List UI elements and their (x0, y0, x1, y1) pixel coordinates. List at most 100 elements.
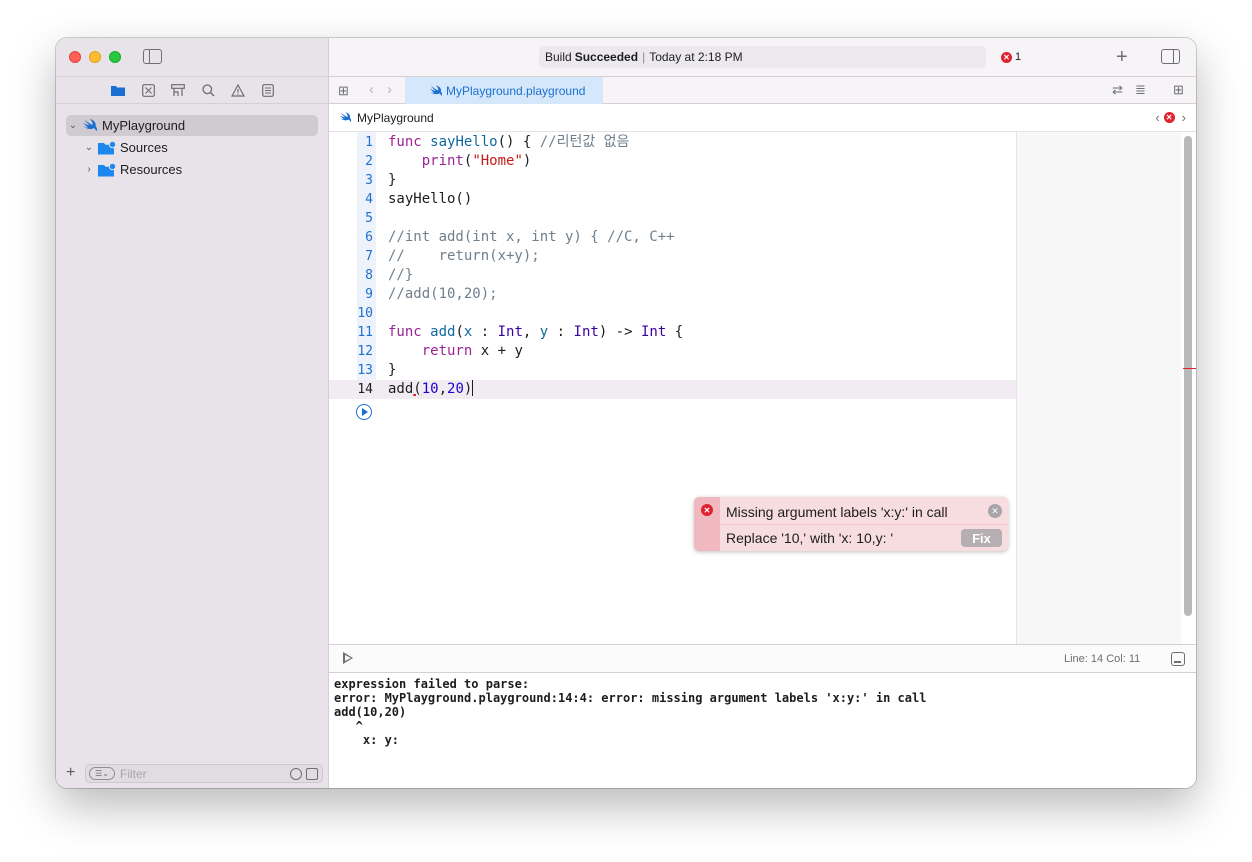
navigator-sidebar: ⌄ MyPlayground ⌄ Sources › Resources + ☰… (56, 38, 329, 788)
add-editor-icon[interactable]: ⊞ (1173, 82, 1184, 98)
line-number: 5 (365, 211, 373, 226)
line-number: 1 (365, 135, 373, 150)
tree-item-label: MyPlayground (102, 118, 186, 133)
code-text: func add(x : Int, y : Int) -> Int { (388, 324, 684, 340)
chevron-right-icon[interactable]: › (1182, 110, 1186, 125)
tab-myplayground[interactable]: MyPlayground.playground (405, 77, 603, 104)
console-toggle-icon[interactable] (1171, 652, 1185, 666)
vertical-scrollbar[interactable] (1184, 136, 1192, 616)
line-number: 8 (365, 268, 373, 283)
filter-field[interactable]: ☰⌄ Filter (85, 764, 323, 783)
code-text: sayHello() (388, 191, 473, 207)
chevron-down-icon[interactable]: ⌄ (82, 142, 96, 153)
debug-bar: Line: 14 Col: 11 (329, 644, 1196, 673)
results-sidebar (1016, 132, 1181, 644)
line-number: 3 (365, 173, 373, 188)
chevron-left-icon[interactable]: ‹ (1155, 110, 1159, 125)
source-editor[interactable]: 1 func sayHello() { //리턴값 없음 2 print("Hom… (329, 132, 1016, 644)
folder-icon[interactable] (111, 83, 125, 97)
filter-placeholder: Filter (120, 766, 147, 781)
line-number: 10 (357, 306, 373, 321)
swap-icon[interactable]: ⇄ (1112, 82, 1123, 98)
fixit-popup: ✕ Missing argument labels 'x:y:' in call… (694, 497, 1008, 551)
activity-view[interactable]: Build Succeeded | Today at 2:18 PM (539, 46, 986, 68)
tree-item-myplayground[interactable]: ⌄ MyPlayground (66, 115, 318, 136)
activity-status: Succeeded (574, 50, 639, 64)
code-line[interactable]: 6 //int add(int x, int y) { //C, C++ (329, 228, 1016, 247)
code-text: } (388, 172, 397, 188)
close-icon[interactable]: ✕ (988, 504, 1002, 518)
line-number: 14 (357, 382, 373, 397)
code-line[interactable]: 4 sayHello() (329, 190, 1016, 209)
code-line[interactable]: 13} (329, 361, 1016, 380)
swift-icon (83, 119, 97, 132)
issue-side-strip: ✕ (694, 497, 720, 551)
code-line[interactable]: 3} (329, 171, 1016, 190)
code-text: //} (388, 267, 414, 283)
navigator-selector-bar (56, 76, 329, 104)
breadcrumb[interactable]: MyPlayground (357, 111, 434, 125)
code-line[interactable]: 7 // return(x+y); (329, 247, 1016, 266)
tree-item-sources[interactable]: ⌄ Sources (82, 137, 334, 158)
add-file-button[interactable]: + (66, 764, 75, 782)
code-line[interactable]: 8 //} (329, 266, 1016, 285)
error-icon: ✕ (701, 504, 713, 516)
sidebar-toggle-icon[interactable] (143, 49, 162, 64)
close-window-button[interactable] (69, 51, 81, 63)
code-line[interactable]: 11 func add(x : Int, y : Int) -> Int { (329, 323, 1016, 342)
chevron-right-icon[interactable]: › (387, 81, 392, 98)
code-line[interactable]: 1 func sayHello() { //리턴값 없음 (329, 133, 1016, 152)
code-text: //int add(int x, int y) { //C, C++ (388, 229, 675, 245)
code-text: } (388, 362, 397, 378)
divider (720, 524, 1008, 525)
activity-prefix: Build (545, 50, 572, 64)
line-number: 13 (357, 363, 373, 378)
tree-item-resources[interactable]: › Resources (82, 159, 334, 180)
code-line[interactable]: 9 //add(10,20); (329, 285, 1016, 304)
filter-options-icon[interactable]: ☰⌄ (89, 767, 115, 780)
source-control-icon[interactable] (141, 83, 155, 97)
error-icon[interactable]: ✕ (1163, 112, 1175, 123)
source-control-filter-icon[interactable] (306, 767, 318, 780)
warning-icon[interactable] (231, 83, 245, 97)
inspector-toggle-icon[interactable] (1161, 49, 1180, 64)
fix-description: Replace '10,' with 'x: 10,y: ' (726, 530, 894, 546)
editor-options-icon[interactable]: ≣ (1135, 82, 1146, 98)
error-count: 1 (1015, 51, 1022, 63)
error-icon: ✕ (1001, 51, 1012, 63)
library-plus-button[interactable]: + (1116, 46, 1128, 69)
search-icon[interactable] (201, 83, 215, 97)
sidebar-footer: + ☰⌄ Filter (56, 760, 329, 788)
code-line[interactable]: 10 (329, 304, 1016, 323)
code-text: return x + y (421, 343, 523, 359)
code-text: func sayHello() { //리턴값 없음 (388, 134, 630, 150)
code-line[interactable]: 12 return x + y (329, 342, 1016, 361)
chevron-left-icon[interactable]: ‹ (369, 81, 374, 98)
zoom-window-button[interactable] (109, 51, 121, 63)
tree-item-label: Resources (120, 162, 183, 177)
chevron-down-icon[interactable]: ⌄ (66, 120, 80, 131)
current-code-line[interactable]: 14 add(10,20) (329, 380, 1016, 399)
code-text: // return(x+y); (388, 248, 540, 264)
grid-icon[interactable]: ⊞ (338, 83, 349, 99)
code-text: print("Home") (421, 153, 532, 169)
window-toolbar: Build Succeeded | Today at 2:18 PM ✕ 1 + (329, 38, 1196, 76)
swift-icon (429, 85, 443, 97)
fix-button[interactable]: Fix (961, 529, 1002, 547)
tree-item-label: Sources (120, 140, 168, 155)
hierarchy-icon[interactable] (171, 83, 185, 97)
report-icon[interactable] (261, 83, 275, 97)
text-caret (472, 380, 474, 396)
console-output[interactable]: expression failed to parse: error: MyPla… (329, 673, 1196, 788)
error-count-badge[interactable]: ✕ 1 (1001, 51, 1021, 63)
xcode-window: ⌄ MyPlayground ⌄ Sources › Resources + ☰… (56, 38, 1196, 788)
jump-bar: MyPlayground ‹ ✕ › (329, 104, 1196, 132)
run-playground-button[interactable] (356, 404, 372, 420)
chevron-right-icon[interactable]: › (82, 164, 96, 175)
tab-bar: ⊞ ‹ › MyPlayground.playground ⇄ ≣ ⊞ (329, 76, 1196, 104)
folder-icon (98, 140, 116, 154)
code-line[interactable]: 2 print("Home") (329, 152, 1016, 171)
minimize-window-button[interactable] (89, 51, 101, 63)
recent-files-icon[interactable] (290, 767, 302, 780)
code-line[interactable]: 5 (329, 209, 1016, 228)
